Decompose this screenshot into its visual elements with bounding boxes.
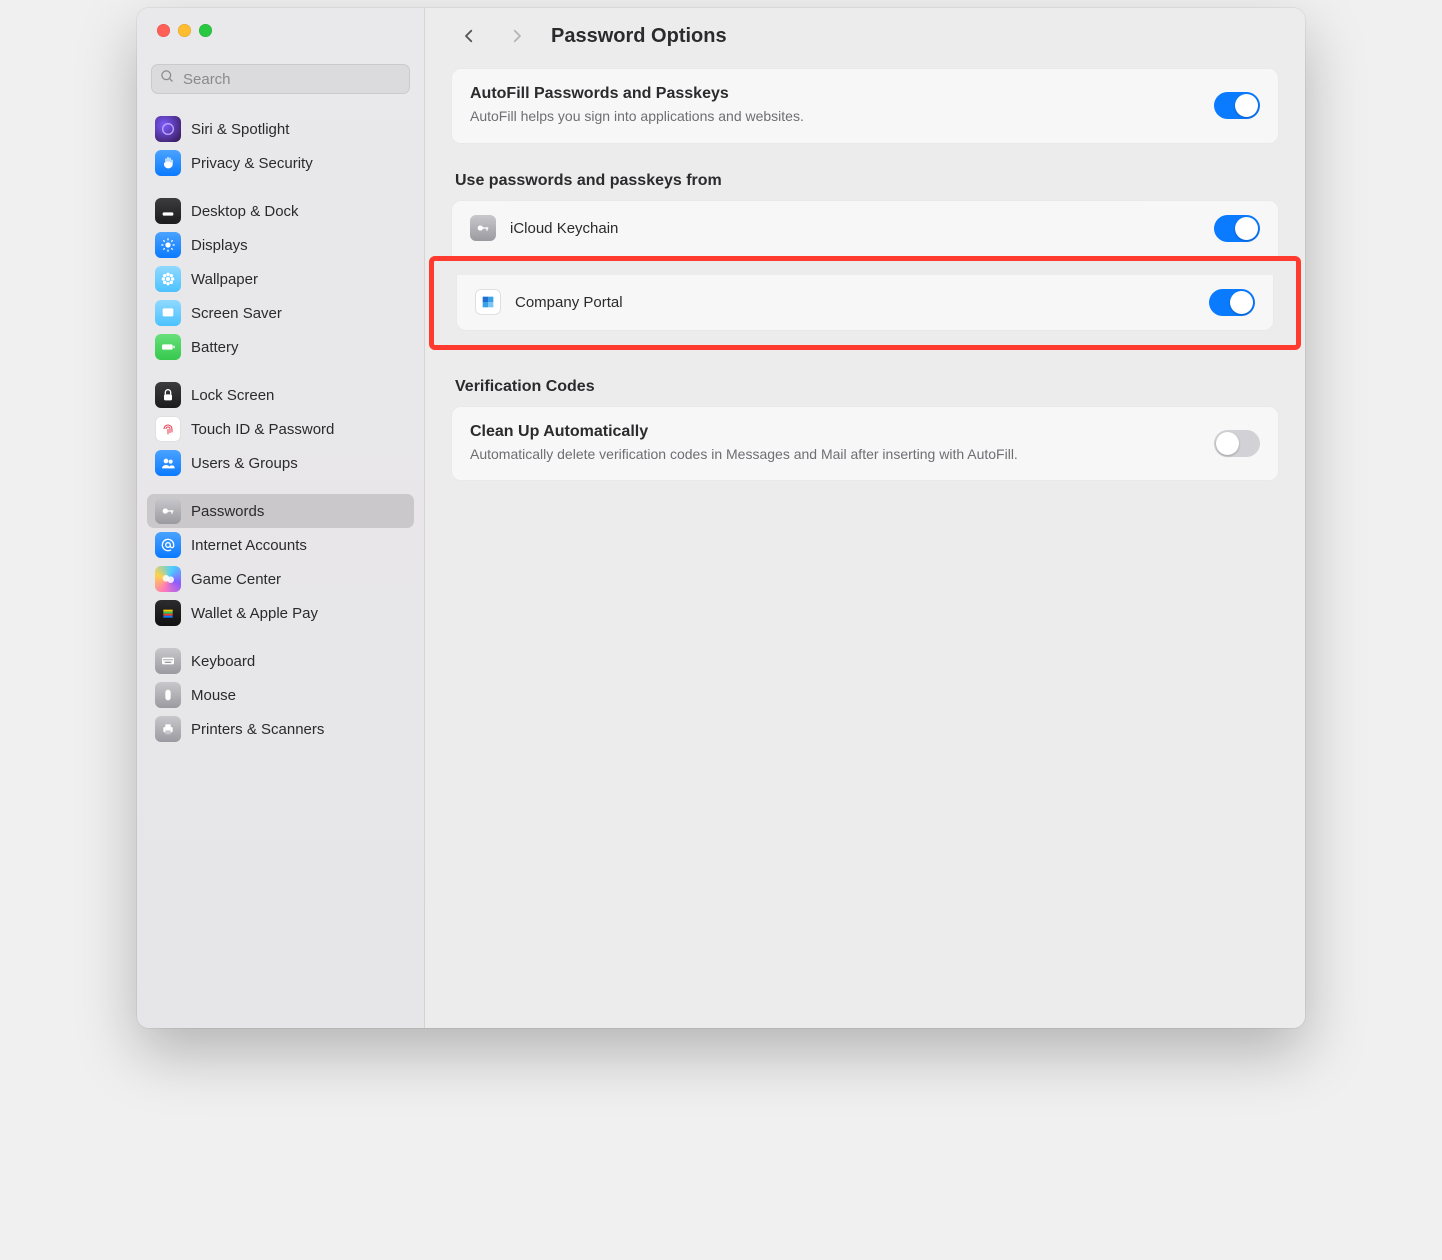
cleanup-subtitle: Automatically delete verification codes … [470, 445, 1018, 465]
sidebar-item-privacy-security[interactable]: Privacy & Security [147, 146, 414, 180]
sidebar-item-touch-id-password[interactable]: Touch ID & Password [147, 412, 414, 446]
forward-button[interactable] [503, 22, 531, 50]
sidebar-item-label: Mouse [191, 687, 236, 704]
search-input[interactable] [183, 71, 401, 88]
sidebar-item-keyboard[interactable]: Keyboard [147, 644, 414, 678]
sidebar-item-label: Siri & Spotlight [191, 121, 289, 138]
sidebar-item-screen-saver[interactable]: Screen Saver [147, 296, 414, 330]
sidebar-item-mouse[interactable]: Mouse [147, 678, 414, 712]
sidebar-item-wallpaper[interactable]: Wallpaper [147, 262, 414, 296]
mouse-icon [155, 682, 181, 708]
dock-icon [155, 198, 181, 224]
sidebar-item-label: Internet Accounts [191, 537, 307, 554]
sidebar-item-desktop-dock[interactable]: Desktop & Dock [147, 194, 414, 228]
sidebar-item-label: Printers & Scanners [191, 721, 324, 738]
key-icon [470, 215, 496, 241]
sidebar-item-label: Displays [191, 237, 248, 254]
sidebar-item-label: Screen Saver [191, 305, 282, 322]
sidebar-item-label: Keyboard [191, 653, 255, 670]
sidebar-item-label: Wallpaper [191, 271, 258, 288]
close-window-button[interactable] [157, 24, 170, 37]
providers-list: iCloud Keychain Company Portal [451, 200, 1279, 350]
sidebar-item-label: Desktop & Dock [191, 203, 299, 220]
sidebar-item-passwords[interactable]: Passwords [147, 494, 414, 528]
sidebar-item-displays[interactable]: Displays [147, 228, 414, 262]
wallet-icon [155, 600, 181, 626]
autofill-card: AutoFill Passwords and Passkeys AutoFill… [451, 68, 1279, 144]
back-button[interactable] [455, 22, 483, 50]
at-icon [155, 532, 181, 558]
page-title: Password Options [551, 25, 727, 48]
cleanup-toggle[interactable] [1214, 430, 1260, 457]
sidebar-item-siri-spotlight[interactable]: Siri & Spotlight [147, 112, 414, 146]
siri-icon [155, 116, 181, 142]
main-content: Password Options AutoFill Passwords and … [425, 8, 1305, 1028]
flower-icon [155, 266, 181, 292]
key-icon [155, 498, 181, 524]
titlebar: Password Options [425, 8, 1305, 68]
sidebar-item-internet-accounts[interactable]: Internet Accounts [147, 528, 414, 562]
sidebar-item-label: Lock Screen [191, 387, 274, 404]
provider-row-company-portal: Company Portal [457, 275, 1273, 330]
highlighted-provider-box: Company Portal [429, 256, 1301, 350]
provider-row-icloud-keychain: iCloud Keychain [452, 201, 1278, 256]
minimize-window-button[interactable] [178, 24, 191, 37]
sidebar-nav: Siri & Spotlight Privacy & Security Desk… [137, 106, 424, 1028]
cleanup-card: Clean Up Automatically Automatically del… [451, 406, 1279, 482]
sidebar-item-printers-scanners[interactable]: Printers & Scanners [147, 712, 414, 746]
sidebar-item-battery[interactable]: Battery [147, 330, 414, 364]
window-controls [137, 8, 424, 56]
provider-toggle-icloud-keychain[interactable] [1214, 215, 1260, 242]
sidebar-item-label: Passwords [191, 503, 264, 520]
verification-heading: Verification Codes [455, 378, 1275, 396]
sidebar-item-label: Game Center [191, 571, 281, 588]
sidebar: Siri & Spotlight Privacy & Security Desk… [137, 8, 425, 1028]
game-center-icon [155, 566, 181, 592]
provider-toggle-company-portal[interactable] [1209, 289, 1255, 316]
sidebar-search[interactable] [151, 64, 410, 94]
autofill-toggle[interactable] [1214, 92, 1260, 119]
sidebar-item-label: Users & Groups [191, 455, 298, 472]
lock-icon [155, 382, 181, 408]
cleanup-title: Clean Up Automatically [470, 423, 1018, 441]
autofill-title: AutoFill Passwords and Passkeys [470, 85, 804, 103]
sidebar-item-label: Privacy & Security [191, 155, 313, 172]
sidebar-item-wallet-apple-pay[interactable]: Wallet & Apple Pay [147, 596, 414, 630]
brightness-icon [155, 232, 181, 258]
screensaver-icon [155, 300, 181, 326]
provider-label: Company Portal [515, 294, 1195, 311]
printer-icon [155, 716, 181, 742]
provider-label: iCloud Keychain [510, 220, 1200, 237]
autofill-subtitle: AutoFill helps you sign into application… [470, 107, 804, 127]
sidebar-item-game-center[interactable]: Game Center [147, 562, 414, 596]
hand-icon [155, 150, 181, 176]
sidebar-item-label: Wallet & Apple Pay [191, 605, 318, 622]
company-portal-icon [475, 289, 501, 315]
search-icon [160, 69, 175, 89]
zoom-window-button[interactable] [199, 24, 212, 37]
users-icon [155, 450, 181, 476]
sidebar-item-lock-screen[interactable]: Lock Screen [147, 378, 414, 412]
sidebar-item-users-groups[interactable]: Users & Groups [147, 446, 414, 480]
keyboard-icon [155, 648, 181, 674]
battery-icon [155, 334, 181, 360]
sidebar-item-label: Battery [191, 339, 239, 356]
sidebar-item-label: Touch ID & Password [191, 421, 334, 438]
fingerprint-icon [155, 416, 181, 442]
system-settings-window: Siri & Spotlight Privacy & Security Desk… [137, 8, 1305, 1028]
providers-heading: Use passwords and passkeys from [455, 172, 1275, 190]
